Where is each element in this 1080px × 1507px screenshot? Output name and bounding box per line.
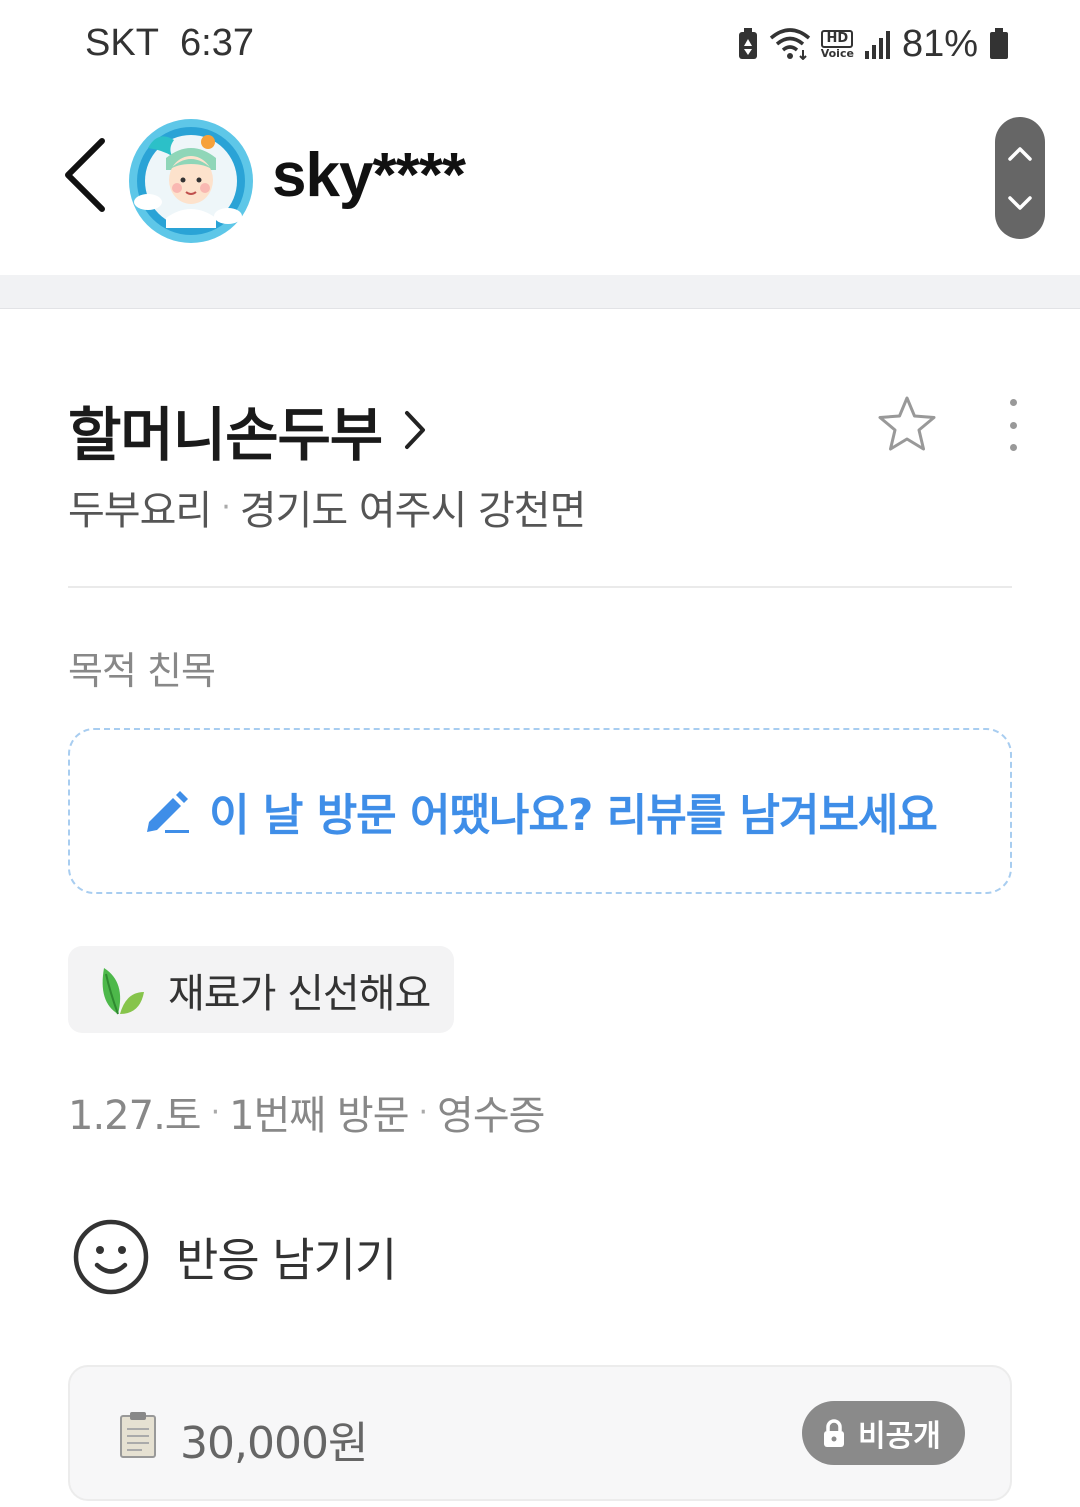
battery-saver-icon — [738, 28, 757, 59]
visit-count: 1번째 방문 — [229, 1093, 409, 1139]
lock-icon — [824, 1419, 844, 1447]
chevron-right-icon — [405, 411, 426, 449]
place-name: 할머니손두부 — [68, 401, 383, 469]
clock: 6:37 — [180, 22, 254, 64]
more-dot-icon — [1009, 444, 1017, 451]
back-button[interactable] — [55, 135, 115, 215]
status-bar: SKT 6:37 HD Voice 81% — [0, 0, 1080, 90]
section-separator — [0, 275, 1080, 309]
receipt-amount: 30,000원 — [180, 1418, 368, 1469]
smiley-icon — [73, 1219, 149, 1295]
leaf-icon — [102, 967, 144, 1014]
back-arrow-icon — [65, 138, 105, 212]
battery-icon — [990, 28, 1008, 59]
separator-dot: · — [210, 1094, 220, 1130]
dragon-grandma-avatar-icon — [129, 119, 253, 243]
leave-reaction-button[interactable]: 반응 남기기 — [72, 1218, 397, 1296]
place-subtitle: 두부요리 · 경기도 여주시 강천면 — [68, 478, 587, 536]
keyword-chip-label: 재료가 신선해요 — [168, 970, 431, 1017]
avatar[interactable] — [128, 118, 254, 244]
keyword-chip: 재료가 신선해요 — [68, 946, 455, 1033]
place-location: 경기도 여주시 강천면 — [239, 488, 587, 534]
receipt-card: 30,000원 비공개 — [68, 1365, 1012, 1501]
divider — [68, 586, 1012, 588]
star-icon — [878, 396, 936, 451]
separator-dot: · — [418, 1094, 428, 1130]
profile-header: sky**** — [0, 90, 1080, 275]
chevron-down-icon[interactable] — [1007, 195, 1033, 211]
privacy-label: 비공개 — [858, 1419, 941, 1454]
more-dot-icon — [1009, 399, 1017, 406]
place-title-link[interactable]: 할머니손두부 — [68, 388, 426, 472]
status-icons: HD Voice 81% — [737, 22, 1010, 65]
privacy-badge[interactable]: 비공개 — [802, 1401, 965, 1465]
more-dot-icon — [1009, 421, 1017, 429]
battery-percent: 81% — [901, 22, 978, 65]
prev-next-navigator[interactable] — [995, 117, 1045, 239]
write-review-button[interactable]: 이 날 방문 어땠나요? 리뷰를 남겨보세요 — [68, 728, 1012, 894]
username: sky**** — [272, 141, 466, 210]
signal-icon — [864, 31, 890, 59]
clipboard-icon — [120, 1412, 156, 1458]
carrier-name: SKT — [85, 22, 159, 64]
wifi-icon — [769, 28, 810, 60]
write-review-label: 이 날 방문 어땠나요? 리뷰를 남겨보세요 — [209, 790, 938, 841]
chevron-up-icon[interactable] — [1007, 146, 1033, 162]
visit-meta: 1.27.토 · 1번째 방문 · 영수증 — [68, 1083, 545, 1141]
hd-label: HD — [821, 29, 854, 48]
hd-voice-icon: HD Voice — [820, 29, 854, 60]
favorite-button[interactable] — [876, 394, 938, 456]
more-options-button[interactable] — [995, 395, 1031, 455]
visit-date: 1.27.토 — [68, 1093, 202, 1139]
visit-purpose: 목적 친목 — [68, 649, 216, 693]
separator-dot: · — [221, 489, 230, 525]
leave-reaction-label: 반응 남기기 — [176, 1233, 397, 1287]
visit-proof: 영수증 — [437, 1093, 545, 1139]
voice-label: Voice — [820, 46, 854, 60]
pencil-icon — [147, 791, 190, 833]
place-category: 두부요리 — [68, 488, 212, 534]
